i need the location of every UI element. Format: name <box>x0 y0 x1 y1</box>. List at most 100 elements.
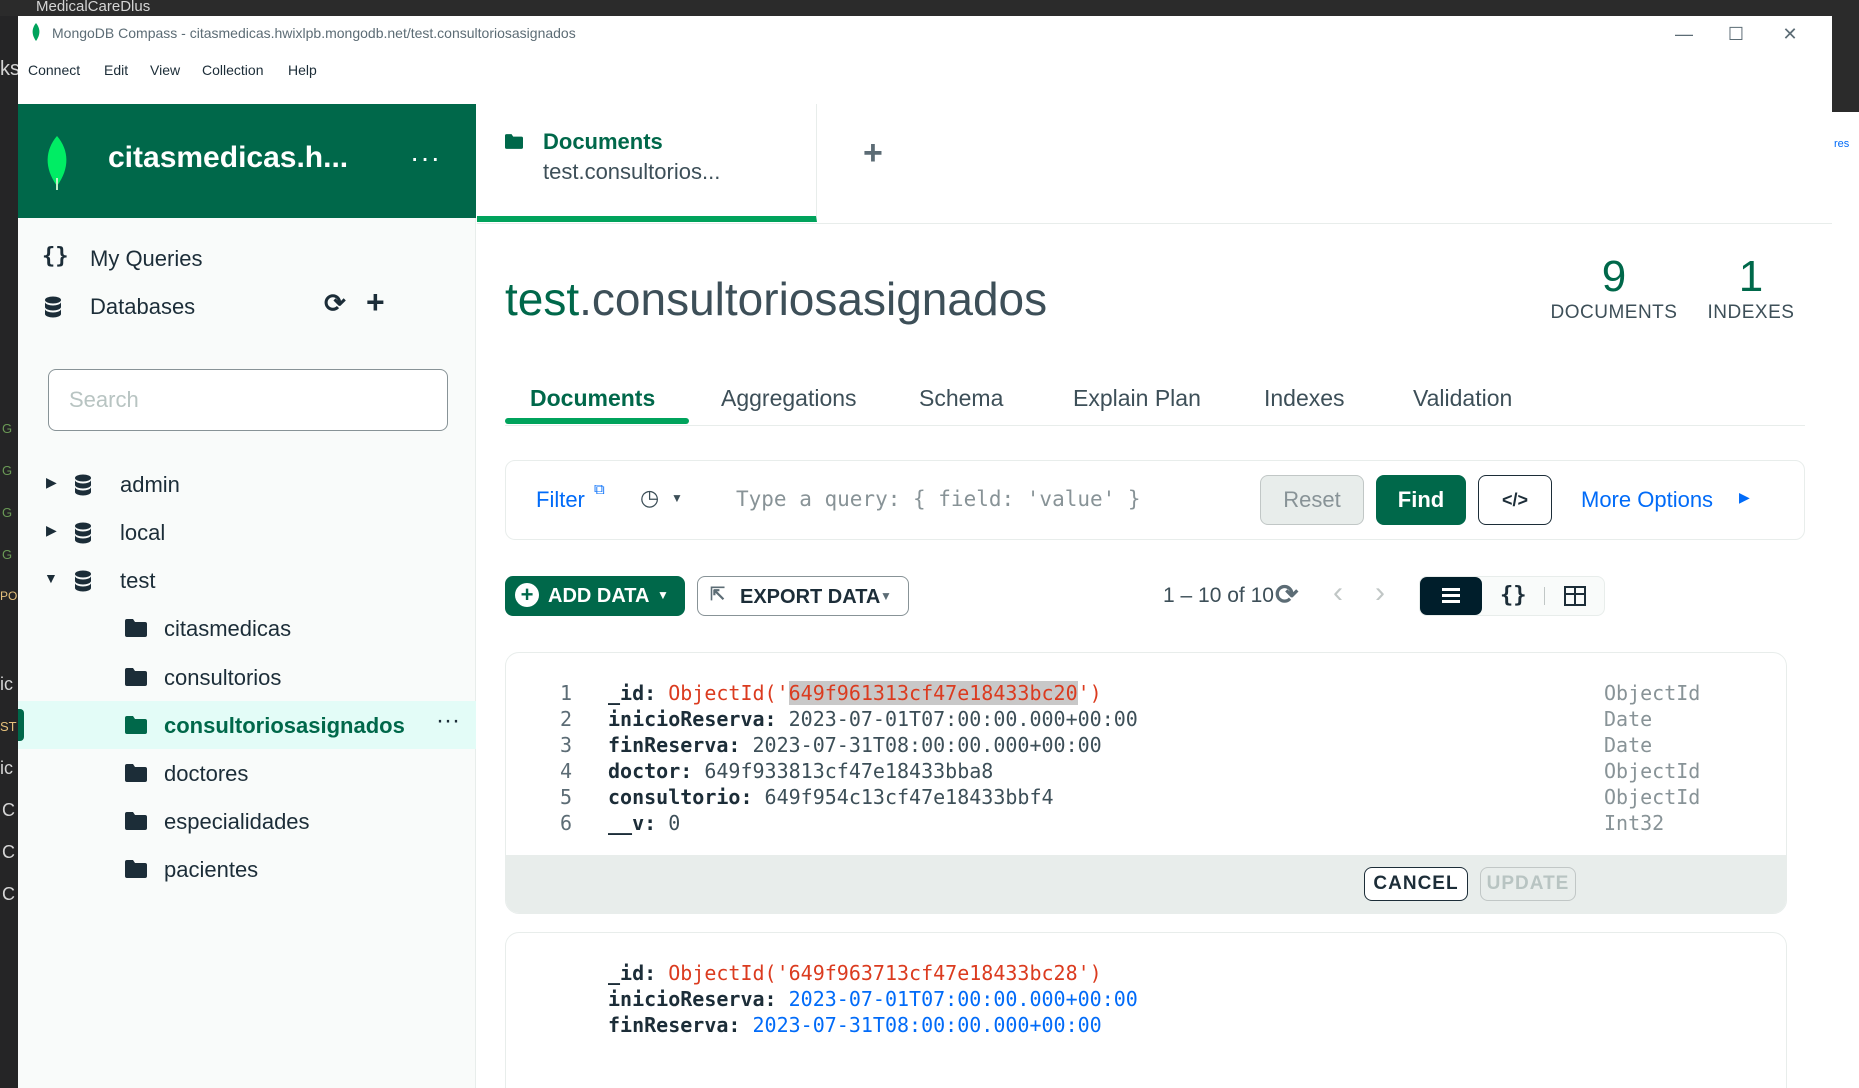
query-input[interactable]: Type a query: { field: 'value' } <box>736 487 1141 511</box>
db-item-admin[interactable]: ▶ admin <box>18 460 476 508</box>
active-subtab-indicator <box>505 418 689 424</box>
collection-item-consultoriosasignados[interactable]: consultoriosasignados ··· <box>18 701 476 749</box>
collection-menu-icon[interactable]: ··· <box>436 707 460 735</box>
collection-label: especialidades <box>164 809 310 834</box>
chevron-down-icon[interactable]: ▼ <box>671 491 683 505</box>
field-value: 2023-07-01T07:00:00.000+00:00 <box>788 987 1138 1011</box>
window-title: MongoDB Compass - citasmedicas.hwixlpb.m… <box>52 25 576 41</box>
collection-label: consultorios <box>164 665 282 690</box>
filter-label[interactable]: Filter <box>536 487 585 513</box>
caret-right-icon[interactable]: ▶ <box>1739 489 1750 506</box>
table-view-button[interactable] <box>1564 586 1586 606</box>
update-button[interactable]: UPDATE <box>1480 867 1576 901</box>
caret-right-icon[interactable]: ▶ <box>46 522 57 539</box>
field-row[interactable]: finReserva: 2023-07-31T08:00:00.000+00:0… <box>608 1013 1102 1037</box>
menu-connect[interactable]: Connect <box>28 62 80 78</box>
caret-right-icon[interactable]: ▶ <box>46 474 57 491</box>
documents-stat: 9 DOCUMENTS <box>1539 252 1689 324</box>
collection-item-citasmedicas[interactable]: citasmedicas <box>18 604 476 652</box>
collection-item-especialidades[interactable]: especialidades <box>18 797 476 845</box>
line-number: 3 <box>559 733 572 757</box>
field-key[interactable]: doctor <box>608 759 680 783</box>
field-type[interactable]: Date <box>1604 733 1652 757</box>
refresh-databases-icon[interactable]: ⟳ <box>324 288 346 319</box>
reset-button[interactable]: Reset <box>1260 475 1364 525</box>
line-number: 5 <box>559 785 572 809</box>
caret-down-icon[interactable]: ▼ <box>44 570 58 586</box>
field-type[interactable]: Date <box>1604 707 1652 731</box>
line-number: 2 <box>559 707 572 731</box>
new-tab-icon[interactable]: + <box>863 134 883 173</box>
add-data-button[interactable]: + ADD DATA ▼ <box>505 576 685 616</box>
subtab-schema[interactable]: Schema <box>919 385 1003 412</box>
document-card-editing: 1 _id: ObjectId('649f961313cf47e18433bc2… <box>505 652 1787 914</box>
subtab-aggregations[interactable]: Aggregations <box>721 385 857 412</box>
plus-circle-icon: + <box>515 583 539 607</box>
field-row[interactable]: _id: ObjectId('649f963713cf47e18433bc28'… <box>608 961 1102 985</box>
field-value[interactable]: 2023-07-31T08:00:00.000+00:00 <box>753 733 1102 757</box>
sidebar-item-my-queries[interactable]: {} My Queries <box>18 234 476 282</box>
subtab-validation[interactable]: Validation <box>1413 385 1512 412</box>
chevron-down-icon: ▼ <box>657 588 669 602</box>
field-type[interactable]: Int32 <box>1604 811 1664 835</box>
search-input[interactable] <box>49 370 447 430</box>
export-data-button[interactable]: ⇱ EXPORT DATA ▼ <box>697 576 909 616</box>
collection-label: pacientes <box>164 857 259 882</box>
indexes-stat: 1 INDEXES <box>1691 252 1811 324</box>
tab-documents[interactable]: Documents test.consultorios... <box>477 104 817 222</box>
menu-view[interactable]: View <box>150 62 180 78</box>
sidebar-item-databases[interactable]: Databases ⟳ + <box>18 282 476 330</box>
field-value[interactable]: 2023-07-01T07:00:00.000+00:00 <box>789 707 1138 731</box>
menu-edit[interactable]: Edit <box>104 62 128 78</box>
find-button[interactable]: Find <box>1376 475 1466 525</box>
history-clock-icon[interactable]: ◷ <box>640 485 659 511</box>
folder-icon <box>125 668 147 686</box>
external-link-icon[interactable]: ⧉ <box>594 481 605 498</box>
field-row[interactable]: inicioReserva: 2023-07-01T07:00:00.000+0… <box>608 987 1138 1011</box>
connection-name[interactable]: citasmedicas.h... <box>108 141 348 175</box>
maximize-button[interactable]: ☐ <box>1713 20 1759 48</box>
compass-window: MongoDB Compass - citasmedicas.hwixlpb.m… <box>18 16 1832 1088</box>
database-icon <box>75 522 91 544</box>
close-window-button[interactable]: ✕ <box>1767 20 1813 48</box>
field-value[interactable]: 0 <box>668 811 680 835</box>
field-value[interactable]: 649f954c13cf47e18433bbf4 <box>765 785 1054 809</box>
connection-menu-icon[interactable]: ··· <box>410 142 441 174</box>
db-item-local[interactable]: ▶ local <box>18 508 476 556</box>
field-type[interactable]: ObjectId <box>1604 785 1700 809</box>
subtab-documents[interactable]: Documents <box>530 385 655 412</box>
field-type[interactable]: ObjectId <box>1604 681 1700 705</box>
code-view-button[interactable]: </> <box>1478 475 1552 525</box>
field-type[interactable]: ObjectId <box>1604 759 1700 783</box>
field-key[interactable]: consultorio <box>608 785 740 809</box>
folder-icon <box>125 812 147 830</box>
sidebar-item-label: My Queries <box>90 246 203 271</box>
field-value[interactable]: 649f933813cf47e18433bba8 <box>704 759 993 783</box>
json-view-button[interactable]: {} <box>1500 583 1527 608</box>
collection-item-doctores[interactable]: doctores <box>18 749 476 797</box>
minimize-button[interactable]: — <box>1661 20 1707 48</box>
more-options-link[interactable]: More Options <box>1581 487 1713 513</box>
previous-page-icon[interactable]: ‹ <box>1333 576 1343 610</box>
cancel-button[interactable]: CANCEL <box>1364 867 1468 901</box>
create-database-icon[interactable]: + <box>366 284 385 321</box>
field-value-selected[interactable]: 649f961313cf47e18433bc20 <box>788 681 1078 705</box>
next-page-icon[interactable]: › <box>1375 576 1385 610</box>
menu-collection[interactable]: Collection <box>202 62 263 78</box>
subtab-explain-plan[interactable]: Explain Plan <box>1073 385 1201 412</box>
db-label: admin <box>120 472 180 497</box>
subtab-indexes[interactable]: Indexes <box>1264 385 1345 412</box>
list-view-button[interactable] <box>1420 577 1482 615</box>
collection-item-pacientes[interactable]: pacientes <box>18 845 476 893</box>
field-key[interactable]: inicioReserva <box>608 707 765 731</box>
collection-item-consultorios[interactable]: consultorios <box>18 653 476 701</box>
refresh-documents-icon[interactable]: ⟳ <box>1275 578 1298 611</box>
background-fragment: G <box>2 505 13 520</box>
menu-help[interactable]: Help <box>288 62 317 78</box>
db-item-test[interactable]: ▼ test <box>18 556 476 604</box>
field-key[interactable]: _id <box>608 681 644 705</box>
field-key[interactable]: __v <box>608 811 644 835</box>
field-key[interactable]: finReserva <box>608 733 728 757</box>
indexes-label: INDEXES <box>1707 302 1795 323</box>
indexes-count: 1 <box>1738 252 1764 301</box>
